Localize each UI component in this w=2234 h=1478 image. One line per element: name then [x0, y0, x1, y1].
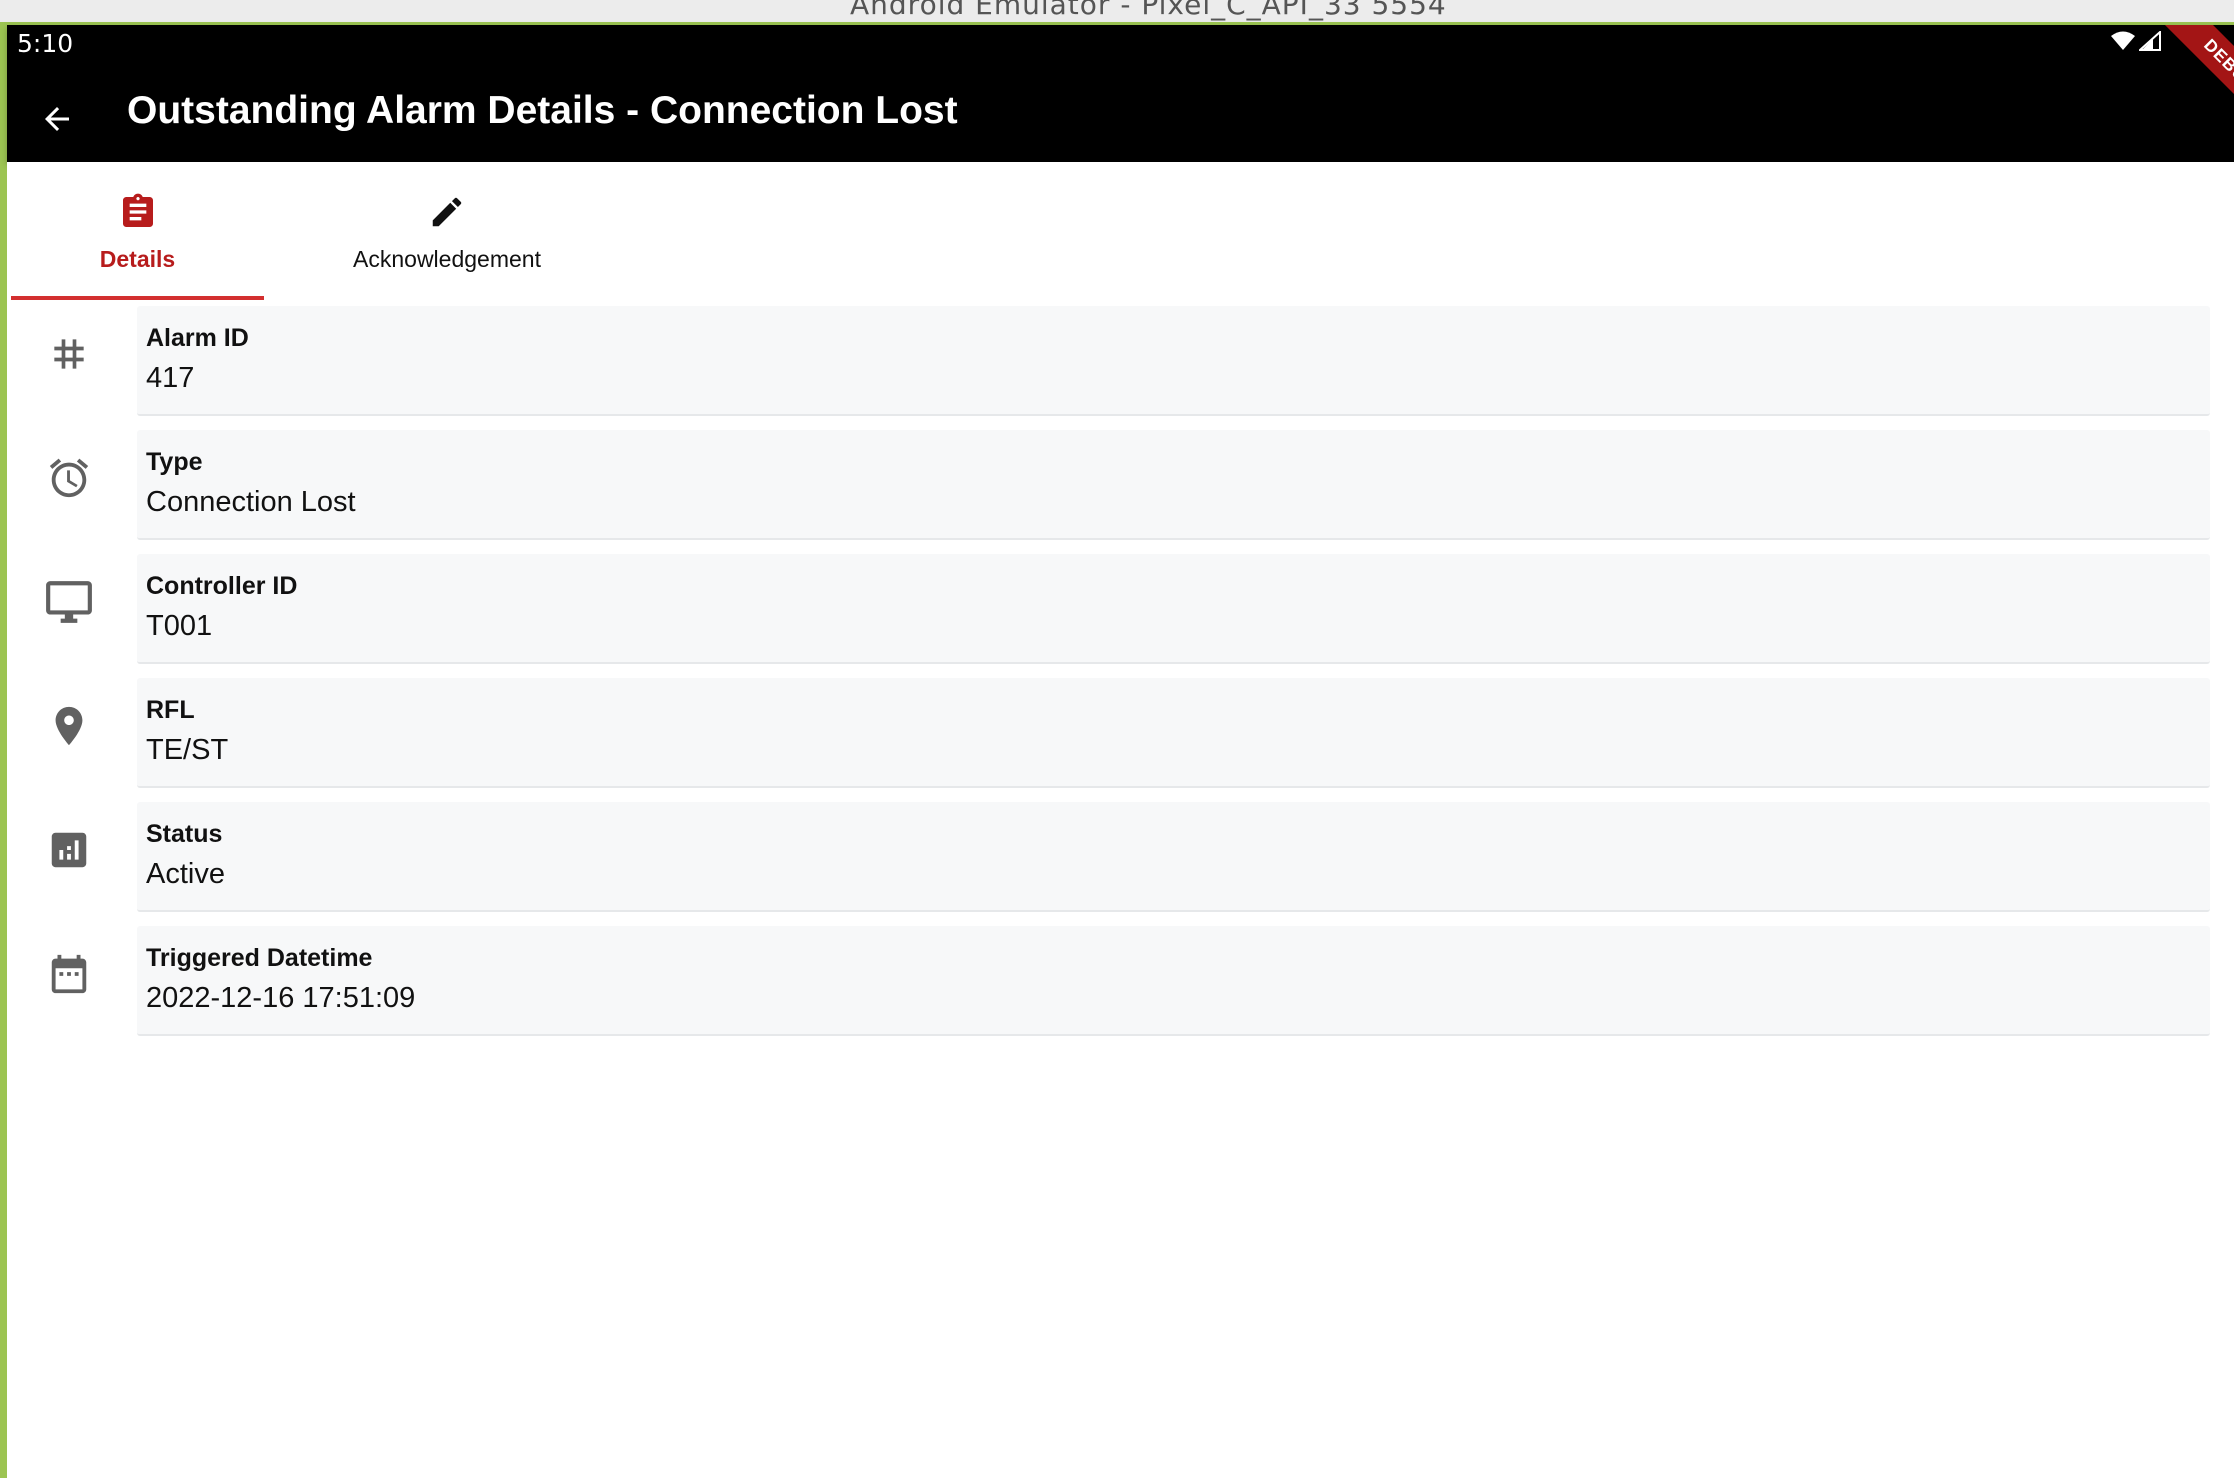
- app-bar: 5:10 Outstanding Alarm Details - Connect…: [7, 25, 2234, 162]
- tab-acknowledgement-label: Acknowledgement: [353, 246, 541, 272]
- tab-selected-indicator: [11, 296, 264, 300]
- wifi-icon: [2111, 31, 2135, 50]
- detail-value: Connection Lost: [146, 486, 356, 518]
- detail-label: Alarm ID: [146, 324, 249, 352]
- detail-row-type: Type Connection Lost: [7, 430, 2234, 554]
- location-pin-icon: [37, 694, 101, 758]
- detail-value: Active: [146, 858, 225, 890]
- status-bar-icons: [2111, 31, 2161, 51]
- cell-signal-icon: [2139, 31, 2161, 51]
- detail-row-alarm-id: Alarm ID 417: [7, 306, 2234, 430]
- detail-label: Status: [146, 820, 223, 848]
- clipboard-icon: [116, 190, 160, 234]
- tab-bar: Details Acknowledgement: [7, 162, 2234, 300]
- tab-details[interactable]: Details: [11, 162, 264, 300]
- detail-card: RFL TE/ST: [137, 678, 2210, 788]
- detail-row-triggered-datetime: Triggered Datetime 2022-12-16 17:51:09: [7, 926, 2234, 1050]
- detail-value: T001: [146, 610, 213, 642]
- arrow-back-icon: [45, 107, 69, 131]
- calendar-icon: [37, 942, 101, 1006]
- detail-card: Status Active: [137, 802, 2210, 912]
- hash-icon: [37, 322, 101, 386]
- back-button[interactable]: [25, 87, 89, 151]
- detail-row-controller-id: Controller ID T001: [7, 554, 2234, 678]
- detail-label: Triggered Datetime: [146, 944, 373, 972]
- emulator-title-bar: Android Emulator - Pixel_C_API_33 5554: [0, 0, 2234, 22]
- detail-card: Alarm ID 417: [137, 306, 2210, 416]
- detail-card: Type Connection Lost: [137, 430, 2210, 540]
- detail-row-status: Status Active: [7, 802, 2234, 926]
- tab-acknowledgement[interactable]: Acknowledgement: [297, 162, 597, 300]
- page-title: Outstanding Alarm Details - Connection L…: [127, 89, 958, 132]
- detail-label: Type: [146, 448, 203, 476]
- emulator-frame-left: [0, 22, 7, 1478]
- detail-value: TE/ST: [146, 734, 229, 766]
- debug-banner: DEBUG: [2157, 25, 2234, 139]
- detail-label: RFL: [146, 696, 195, 724]
- detail-label: Controller ID: [146, 572, 298, 600]
- detail-card: Triggered Datetime 2022-12-16 17:51:09: [137, 926, 2210, 1036]
- emulator-title: Android Emulator - Pixel_C_API_33 5554: [850, 0, 1447, 21]
- monitor-icon: [37, 570, 101, 634]
- detail-card: Controller ID T001: [137, 554, 2210, 664]
- detail-value: 2022-12-16 17:51:09: [146, 982, 416, 1014]
- details-list: Alarm ID 417 Type Connection Lost Contro…: [7, 306, 2234, 1050]
- alarm-clock-icon: [37, 446, 101, 510]
- pencil-icon: [425, 190, 469, 234]
- detail-row-rfl: RFL TE/ST: [7, 678, 2234, 802]
- tab-details-label: Details: [99, 246, 176, 272]
- status-bar-time: 5:10: [17, 29, 74, 58]
- detail-value: 417: [146, 362, 195, 394]
- bar-chart-icon: [37, 818, 101, 882]
